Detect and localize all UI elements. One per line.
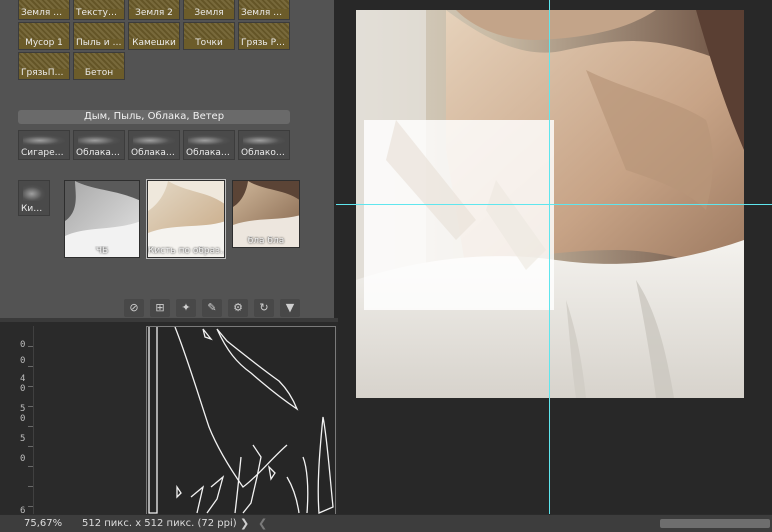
horizontal-scrollbar[interactable] xyxy=(660,519,770,528)
brush-tile[interactable]: Камешки xyxy=(128,22,180,50)
brush-tile[interactable]: Текстура ... xyxy=(73,0,125,20)
brush-thumbnail-blabla[interactable]: бла бла xyxy=(232,180,300,248)
photoshop-window: Земля Мя... Текстура ... Земля 2 Земля З… xyxy=(0,0,772,532)
magic-icon[interactable]: ✦ xyxy=(176,299,196,317)
brush-tile[interactable]: Облака 1.2 xyxy=(183,130,235,160)
brush-preview-panel: 0 0 4 0 5 0 5 0 6 xyxy=(0,318,338,518)
brush-label: Пыль и гр... xyxy=(76,38,124,48)
ruler-label: 0 xyxy=(20,356,26,366)
brush-tile[interactable]: Сигаретн... xyxy=(18,130,70,160)
scroll-left-icon[interactable]: ❮ xyxy=(258,515,267,532)
brush-presets-panel: Земля Мя... Текстура ... Земля 2 Земля З… xyxy=(0,0,334,318)
ruler-label: 5 xyxy=(20,434,26,444)
document-canvas[interactable] xyxy=(338,0,772,514)
ruler-label: 0 xyxy=(20,340,26,350)
brush-label: Облака 1.1 xyxy=(131,148,179,158)
gear-icon[interactable]: ⚙ xyxy=(228,299,248,317)
edit-icon[interactable]: ✎ xyxy=(202,299,222,317)
refresh-icon[interactable]: ↻ xyxy=(254,299,274,317)
brush-tile[interactable]: Земля Мягк xyxy=(238,0,290,20)
brush-label: Грязь Рых... xyxy=(241,38,289,48)
brush-tile[interactable]: Точки xyxy=(183,22,235,50)
ruler-label: 4 xyxy=(20,374,26,384)
brush-label: ЧБ xyxy=(95,246,109,256)
ruler-label: 5 xyxy=(20,404,26,414)
brush-tile[interactable]: Земля Мя... xyxy=(18,0,70,20)
brush-tile[interactable]: Земля xyxy=(183,0,235,20)
brush-thumbnail-sample[interactable]: Кисть по образ... xyxy=(146,179,226,259)
brush-label: Облако Е... xyxy=(241,148,289,158)
brush-label: Текстура ... xyxy=(76,8,124,18)
brush-label: Точки xyxy=(195,38,223,48)
brush-label: Облака м... xyxy=(76,148,124,158)
brush-label: Камешки xyxy=(132,38,176,48)
vertical-guide[interactable] xyxy=(549,0,550,514)
status-bar: 75,67% 512 пикс. x 512 пикс. (72 ppi) ❯ … xyxy=(0,514,772,532)
collapse-icon[interactable]: ▼ xyxy=(280,299,300,317)
brush-label: Сигаретн... xyxy=(21,148,69,158)
vertical-ruler: 0 0 4 0 5 0 5 0 6 xyxy=(0,326,34,518)
brush-tile[interactable]: Мусор 1 xyxy=(18,22,70,50)
brush-label: Бетон xyxy=(84,68,114,78)
brush-thumbnail-bw[interactable]: ЧБ xyxy=(64,180,140,258)
ruler-label: 0 xyxy=(20,454,26,464)
brush-stroke-preview xyxy=(146,326,336,518)
brush-tile[interactable]: Пыль и гр... xyxy=(73,22,125,50)
brush-tile[interactable]: Кист... xyxy=(18,180,50,216)
ruler-label: 0 xyxy=(20,384,26,394)
zoom-level[interactable]: 75,67% xyxy=(24,515,62,532)
ruler-label: 0 xyxy=(20,414,26,424)
brush-label: Кист... xyxy=(21,204,49,214)
brush-tile[interactable]: Грязь Рых... xyxy=(238,22,290,50)
brush-outline-image xyxy=(148,326,334,514)
brush-label: Земля Мягк xyxy=(241,8,289,18)
brush-label: Облака 1.2 xyxy=(186,148,234,158)
brush-off-icon[interactable]: ⊘ xyxy=(124,299,144,317)
brush-tile[interactable]: ГрязьПесок xyxy=(18,52,70,80)
brush-label: Кисть по образ... xyxy=(148,246,224,256)
brush-tile[interactable]: Облака 1.1 xyxy=(128,130,180,160)
brush-label: бла бла xyxy=(247,236,285,246)
horizontal-guide[interactable] xyxy=(336,204,772,205)
document-size: 512 пикс. x 512 пикс. (72 ppi) xyxy=(82,518,237,529)
brush-tile[interactable]: Земля 2 xyxy=(128,0,180,20)
brush-label: Земля 2 xyxy=(135,8,173,18)
brush-group-header[interactable]: Дым, Пыль, Облака, Ветер xyxy=(18,110,290,124)
chevron-right-icon[interactable]: ❯ xyxy=(240,515,249,532)
brush-panel-toolbar: ⊘ ⊞ ✦ ✎ ⚙ ↻ ▼ xyxy=(120,298,334,318)
brush-label: Мусор 1 xyxy=(25,38,63,48)
brush-tile[interactable]: Бетон xyxy=(73,52,125,80)
brush-tile[interactable]: Облако Е... xyxy=(238,130,290,160)
brush-label: Земля xyxy=(194,8,224,18)
new-brush-icon[interactable]: ⊞ xyxy=(150,299,170,317)
brush-label: ГрязьПесок xyxy=(21,68,69,78)
brush-label: Земля Мя... xyxy=(21,8,69,18)
brush-tile[interactable]: Облака м... xyxy=(73,130,125,160)
